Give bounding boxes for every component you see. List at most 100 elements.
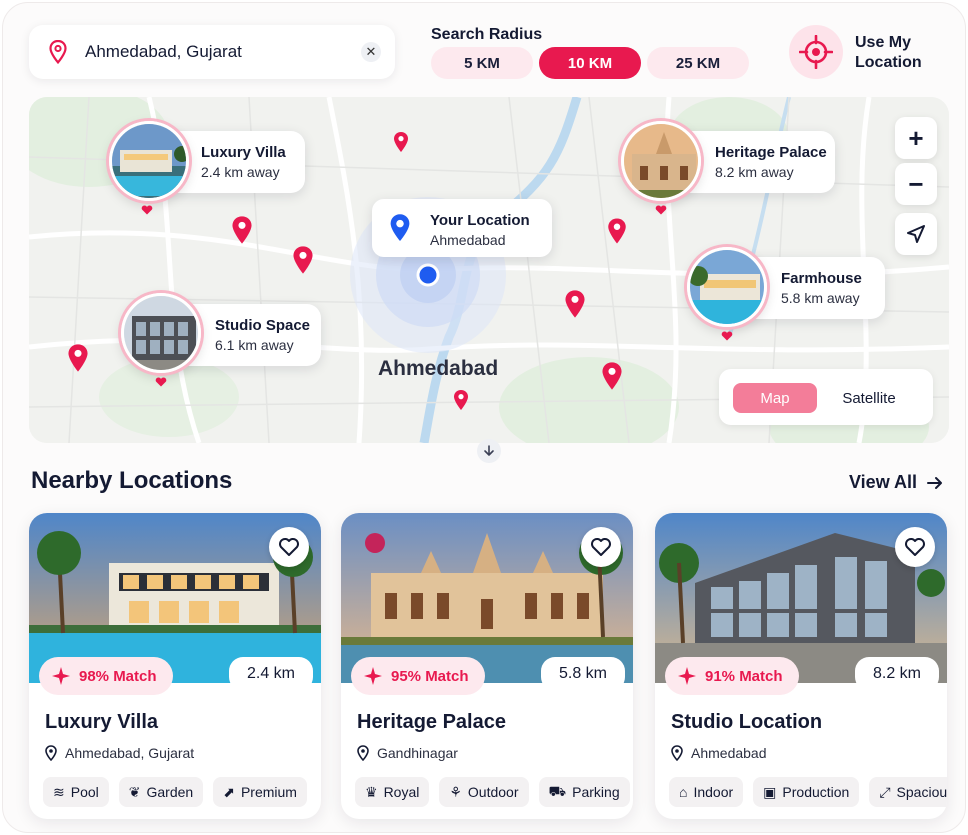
card-title: Heritage Palace [357,711,506,733]
tag-production: ▣ Production [753,777,860,807]
card-title: Luxury Villa [45,711,159,733]
app-frame: ✕ Search Radius 5 KM 10 KM 25 KM Use My … [2,2,966,833]
location-pin-icon [45,745,57,761]
home-icon: ⌂ [679,784,688,800]
zoom-in-button[interactable]: + [895,117,937,159]
user-location-pin-icon [390,214,410,241]
feature-tags: ♛ Royal ⚘ Outdoor ⛟ Parking [355,777,630,807]
film-icon: ▣ [763,783,777,800]
card-location: Gandhinagar [357,745,458,761]
trend-up-icon: ⬈ [223,783,235,800]
tag-premium: ⬈ Premium [213,777,307,807]
location-card[interactable]: 95% Match 5.8 km Heritage Palace Gandhin… [341,513,633,819]
heart-icon [655,205,667,215]
your-location-title: Your Location [430,212,530,229]
heritage-palace-thumbnail[interactable] [621,121,701,201]
map-view-toggle: Map Satellite [719,369,933,425]
radius-5km-button[interactable]: 5 KM [431,47,533,79]
match-badge: 95% Match [351,657,485,695]
heart-icon [141,205,153,215]
map-pin-icon[interactable] [67,343,89,373]
sparkle-icon [678,667,696,685]
favorite-button[interactable] [269,527,309,567]
your-location-callout[interactable]: Your Location Ahmedabad [372,199,552,257]
view-all-link[interactable]: View All [849,472,943,493]
match-badge: 98% Match [39,657,173,695]
map-pin-icon[interactable] [601,361,623,391]
satellite-mode-button[interactable]: Satellite [827,383,911,413]
close-icon[interactable]: ✕ [361,42,381,62]
card-location: Ahmedabad [671,745,767,761]
tag-parking: ⛟ Parking [538,777,630,807]
recenter-button[interactable] [895,213,937,255]
match-text: 98% Match [79,667,157,685]
use-my-location-label[interactable]: Use My Location [855,33,935,73]
favorite-button[interactable] [581,527,621,567]
map-pin-icon[interactable] [231,215,253,245]
search-input[interactable] [85,37,345,67]
radius-25km-button[interactable]: 25 KM [647,47,749,79]
card-location: Ahmedabad, Gujarat [45,745,194,761]
car-icon: ⛟ [548,782,567,799]
tree-icon: ⚘ [449,783,462,800]
sparkle-icon [364,667,382,685]
tag-garden: ❦ Garden [118,777,204,807]
sparkle-icon [52,667,70,685]
map-pin-icon[interactable] [564,289,586,319]
expand-map-button[interactable] [477,439,501,463]
heart-outline-icon [591,538,611,556]
view-all-label: View All [849,472,918,492]
tag-indoor: ⌂ Indoor [669,777,744,807]
location-pin-icon [671,745,683,761]
map-pin-icon[interactable] [393,131,409,153]
arrow-right-icon [927,476,943,489]
chevron-down-icon [484,445,494,456]
match-text: 91% Match [705,667,783,685]
use-my-location-button[interactable] [789,25,843,79]
map-mode-button[interactable]: Map [733,383,817,413]
feature-tags: ⌂Indoor ▣Production ⤢Spacious [669,777,947,807]
crown-icon: ♛ [365,783,378,800]
tag-pool: ≋ Pool [43,777,109,807]
farmhouse-thumbnail[interactable] [687,247,767,327]
map-view[interactable]: Ahmedabad Your Location Ahmedabad Luxury… [29,97,949,443]
distance-badge: 8.2 km [855,657,939,691]
search-bar[interactable]: ✕ [29,25,395,79]
location-card[interactable]: 91% Match 8.2 km Studio Location Ahmedab… [655,513,947,819]
heart-outline-icon [279,538,299,556]
match-text: 95% Match [391,667,469,685]
favorite-button[interactable] [895,527,935,567]
search-radius-label: Search Radius [431,26,543,43]
leaf-icon: ❦ [128,783,141,800]
marker-distance: 5.8 km away [781,290,860,306]
marker-title: Studio Space [215,317,311,334]
match-badge: 91% Match [665,657,799,695]
tag-spacious: ⤢Spacious [869,777,947,807]
map-pin-icon[interactable] [292,245,314,275]
marker-title: Farmhouse [781,270,862,287]
expand-icon: ⤢ [879,783,891,800]
zoom-out-button[interactable]: − [895,163,937,205]
heart-outline-icon [905,538,925,556]
marker-distance: 8.2 km away [715,164,794,180]
nearby-locations-title: Nearby Locations [31,467,233,494]
location-pin-icon [357,745,369,761]
marker-title: Luxury Villa [201,144,286,161]
marker-distance: 6.1 km away [215,337,294,353]
location-pin-icon [49,40,67,64]
map-pin-icon[interactable] [607,217,627,245]
feature-tags: ≋ Pool ❦ Garden ⬈ Premium [43,777,307,807]
radius-10km-button[interactable]: 10 KM [539,47,641,79]
map-pin-icon[interactable] [453,389,469,411]
distance-badge: 2.4 km [229,657,313,691]
tag-outdoor: ⚘ Outdoor [439,777,529,807]
marker-title: Heritage Palace [715,144,827,161]
location-card[interactable]: 98% Match 2.4 km Luxury Villa Ahmedabad,… [29,513,321,819]
studio-space-thumbnail[interactable] [121,293,201,373]
crosshair-icon [799,35,833,69]
your-location-subtitle: Ahmedabad [430,232,506,248]
card-location-text: Ahmedabad, Gujarat [65,745,195,761]
luxury-villa-thumbnail[interactable] [109,121,189,201]
heart-icon [721,331,733,341]
city-label: Ahmedabad [378,357,499,380]
